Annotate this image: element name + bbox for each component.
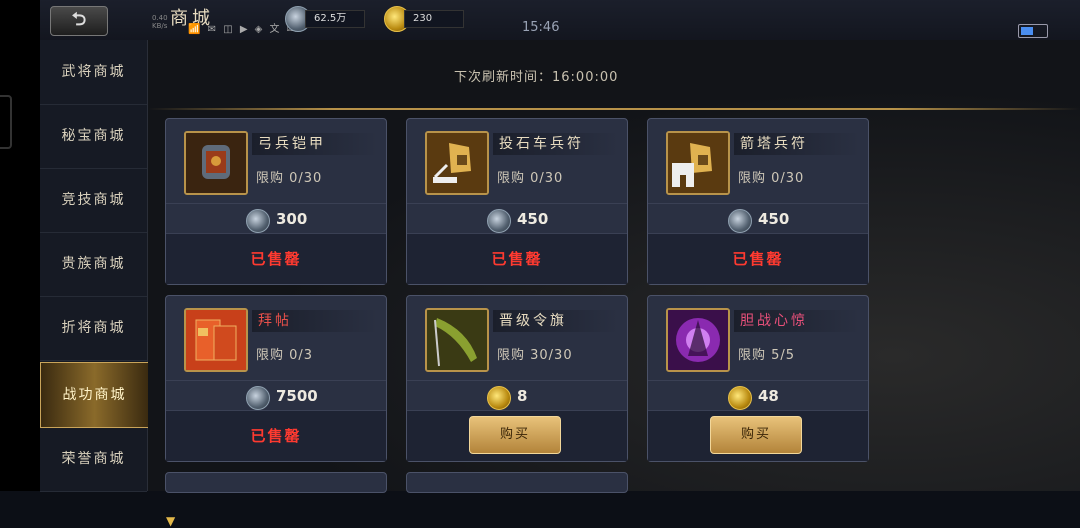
- sold-out-label: 已售罄: [732, 250, 784, 268]
- purchase-limit: 限购 30/30: [497, 348, 573, 363]
- gold-coin-icon: [487, 386, 511, 410]
- shop-card: 胆战心惊 限购 5/5 48 购买: [647, 295, 869, 462]
- price-row: 48: [648, 380, 868, 411]
- item-price: 7500: [276, 387, 318, 405]
- shop-card: 拜帖 限购 0/3 7500 已售罄: [165, 295, 387, 462]
- promotion-flag-icon: [425, 308, 489, 372]
- network-speed: 0.40 KB/s: [152, 14, 168, 30]
- invitation-icon: [184, 308, 248, 372]
- price-row: 450: [407, 203, 627, 234]
- card-action: 已售罄: [166, 233, 386, 284]
- purchase-limit: 限购 0/30: [738, 171, 805, 186]
- buy-button[interactable]: 购买: [469, 416, 561, 454]
- terror-skill-icon: [666, 308, 730, 372]
- item-name: 投石车兵符: [493, 133, 619, 155]
- divider: [148, 108, 1080, 110]
- clock: 15:46: [522, 20, 560, 35]
- item-price: 300: [276, 210, 308, 228]
- shop-card: 晋级令旗 限购 30/30 8 购买: [406, 295, 628, 462]
- card-action: 购买: [407, 410, 627, 461]
- shop-card: 投石车兵符 限购 0/30 450 已售罄: [406, 118, 628, 285]
- shop-card: 弓兵铠甲 限购 0/30 300 已售罄: [165, 118, 387, 285]
- sidebar-item-arena-shop[interactable]: 竞技商城: [40, 168, 147, 233]
- sidebar-item-exchange-shop[interactable]: 折将商城: [40, 296, 147, 361]
- price-row: 7500: [166, 380, 386, 411]
- gold-coin-icon: [728, 386, 752, 410]
- shop-card-partial: [406, 472, 628, 493]
- item-price: 450: [517, 210, 549, 228]
- shop-card-partial: [165, 472, 387, 493]
- back-button[interactable]: ⮌: [50, 6, 108, 36]
- card-action: 已售罄: [648, 233, 868, 284]
- item-name: 箭塔兵符: [734, 133, 860, 155]
- sidebar-item-general-shop[interactable]: 武将商城: [40, 40, 147, 105]
- refresh-timer: 下次刷新时间：16:00:00: [454, 70, 619, 85]
- status-bar-icons: 📶 ✉ ◫ ▶ ◈ 文 ✉: [188, 24, 298, 35]
- sidebar-item-noble-shop[interactable]: 贵族商城: [40, 232, 147, 297]
- silver-coin-icon: [246, 386, 270, 410]
- sold-out-label: 已售罄: [250, 250, 302, 268]
- sidebar-item-honor-shop[interactable]: 荣誉商城: [40, 427, 147, 492]
- shop-content: 下次刷新时间：16:00:00 弓兵铠甲 限购 0/30 300 已售罄 投石车…: [148, 40, 1080, 493]
- screen-edge: [0, 0, 40, 491]
- gold-value: 230: [404, 10, 464, 28]
- shop-card: 箭塔兵符 限购 0/30 450 已售罄: [647, 118, 869, 285]
- item-price: 48: [758, 387, 779, 405]
- item-name: 晋级令旗: [493, 310, 619, 332]
- item-name: 弓兵铠甲: [252, 133, 378, 155]
- silver-coin-icon: [246, 209, 270, 233]
- shop-sidebar: 武将商城 秘宝商城 竞技商城 贵族商城 折将商城 战功商城 荣誉商城 ▼: [40, 40, 175, 528]
- purchase-limit: 限购 0/30: [256, 171, 323, 186]
- battery-icon: [1018, 24, 1048, 38]
- silver-coin-icon: [728, 209, 752, 233]
- sold-out-label: 已售罄: [250, 427, 302, 445]
- purchase-limit: 限购 0/3: [256, 348, 314, 363]
- purchase-limit: 限购 5/5: [738, 348, 796, 363]
- purchase-limit: 限购 0/30: [497, 171, 564, 186]
- price-row: 300: [166, 203, 386, 234]
- sold-out-label: 已售罄: [491, 250, 543, 268]
- archer-armor-icon: [184, 131, 248, 195]
- item-price: 450: [758, 210, 790, 228]
- item-name: 胆战心惊: [734, 310, 860, 332]
- silver-coin-icon: [487, 209, 511, 233]
- price-row: 8: [407, 380, 627, 411]
- silver-value: 62.5万: [305, 10, 365, 28]
- card-action: 已售罄: [407, 233, 627, 284]
- sidebar-item-merit-shop[interactable]: 战功商城: [40, 362, 149, 428]
- price-row: 450: [648, 203, 868, 234]
- item-name: 拜帖: [252, 310, 378, 332]
- edge-bracket-icon: [0, 95, 12, 149]
- catapult-token-icon: [425, 131, 489, 195]
- chevron-down-icon[interactable]: ▼: [166, 514, 175, 528]
- card-action: 购买: [648, 410, 868, 461]
- top-bar: ⮌ 0.40 KB/s 商城 📶 ✉ ◫ ▶ ◈ 文 ✉ 62.5万 230 1…: [40, 0, 1080, 42]
- arrow-tower-token-icon: [666, 131, 730, 195]
- sidebar-item-treasure-shop[interactable]: 秘宝商城: [40, 104, 147, 169]
- item-price: 8: [517, 387, 528, 405]
- card-action: 已售罄: [166, 410, 386, 461]
- buy-button[interactable]: 购买: [710, 416, 802, 454]
